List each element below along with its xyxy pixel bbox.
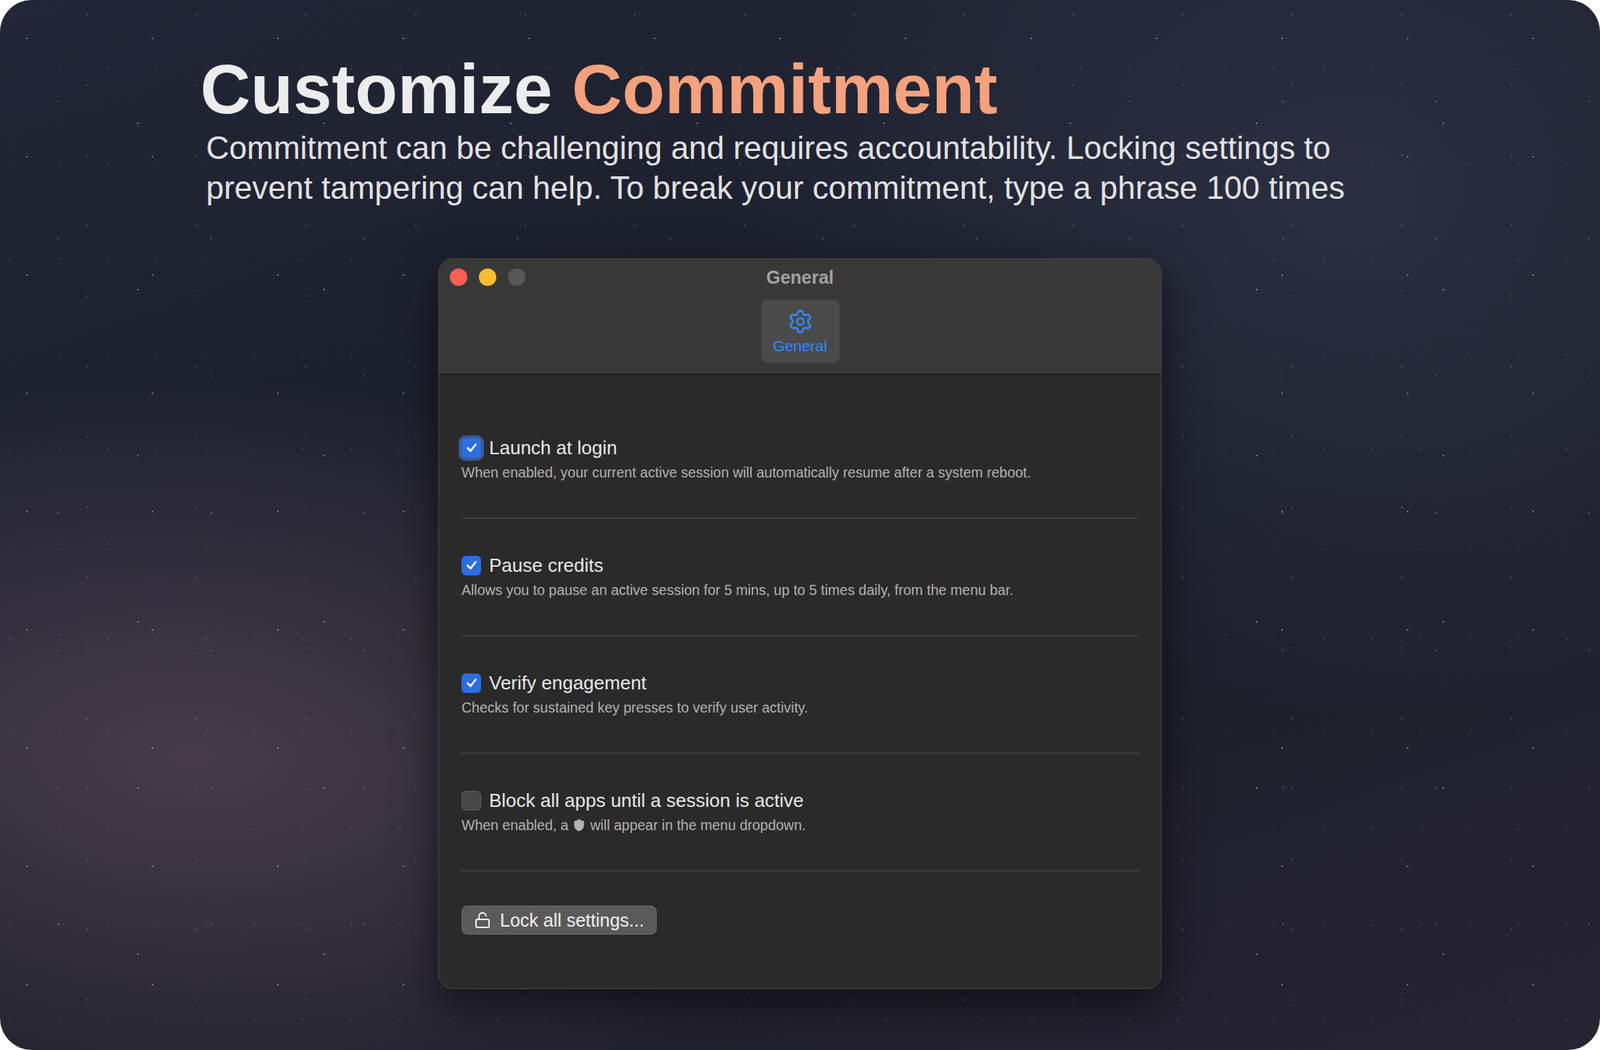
window-header: General General: [439, 259, 1161, 376]
description-text: Checks for sustained key presses to veri…: [461, 697, 809, 718]
setting-label: Pause credits: [489, 553, 604, 577]
check-icon: [465, 441, 479, 455]
button-label: Lock all settings...: [499, 909, 645, 931]
toolbar-tab[interactable]: General: [761, 299, 840, 363]
minimize-button[interactable]: [478, 268, 497, 286]
setting-label-line: Launch at login: [461, 436, 1139, 460]
setting-description: Allows you to pause an active session fo…: [461, 579, 1139, 601]
setting-checkbox[interactable]: [461, 673, 482, 693]
setting-checkbox[interactable]: [461, 438, 482, 458]
description-text: Allows you to pause an active session fo…: [461, 579, 1014, 601]
tab-label: General: [772, 337, 828, 355]
setting-row: Pause creditsAllows you to pause an acti…: [461, 518, 1139, 637]
setting-row: Block all apps until a session is active…: [461, 753, 1139, 872]
hero-title: Customize Commitment: [200, 50, 1600, 128]
lock-settings-button[interactable]: Lock all settings...: [461, 905, 657, 935]
zoom-button[interactable]: [507, 268, 526, 286]
setting-label: Verify engagement: [489, 671, 647, 695]
close-button[interactable]: [449, 268, 468, 286]
check-icon: [465, 676, 479, 690]
setting-description: When enabled, your current active sessio…: [461, 462, 1139, 483]
description-text: will appear in the menu dropdown.: [589, 814, 806, 836]
settings-window: GeneralGeneralLaunch at loginWhen enable…: [438, 258, 1162, 990]
title-bar: General: [439, 259, 1161, 296]
setting-label-line: Pause credits: [461, 553, 1139, 577]
gear-icon: [787, 308, 814, 335]
setting-label: Block all apps until a session is active: [489, 788, 804, 812]
hero-title-accent: Commitment: [571, 50, 998, 128]
traffic-lights: [449, 268, 767, 286]
setting-checkbox[interactable]: [461, 790, 482, 811]
setting-row: Verify engagementChecks for sustained ke…: [461, 636, 1139, 754]
setting-description: Checks for sustained key presses to veri…: [461, 697, 1139, 718]
unlocked-lock-icon: [473, 911, 492, 929]
setting-row: Launch at loginWhen enabled, your curren…: [461, 401, 1139, 519]
description-text: When enabled, your current active sessio…: [461, 462, 1032, 483]
toolbar: General: [439, 295, 1161, 363]
setting-label: Launch at login: [489, 436, 617, 460]
shield-icon: [572, 818, 586, 832]
page-background: Customize CommitmentCommitment can be ch…: [0, 0, 1600, 1050]
check-icon: [465, 558, 479, 572]
hero-subtitle: Commitment can be challenging and requir…: [206, 127, 1600, 168]
setting-label-line: Verify engagement: [461, 671, 1139, 695]
hero-subtitle: prevent tampering can help. To break you…: [206, 167, 1600, 208]
hero: Customize CommitmentCommitment can be ch…: [0, 50, 1600, 208]
settings-list: Launch at loginWhen enabled, your curren…: [439, 375, 1161, 935]
button-row: Lock all settings...: [461, 871, 1139, 935]
setting-label-line: Block all apps until a session is active: [461, 788, 1139, 812]
setting-checkbox[interactable]: [461, 555, 482, 576]
setting-description: When enabled, a will appear in the menu d…: [461, 814, 1139, 836]
description-text: When enabled, a: [461, 814, 569, 836]
window-title: General: [766, 267, 834, 289]
